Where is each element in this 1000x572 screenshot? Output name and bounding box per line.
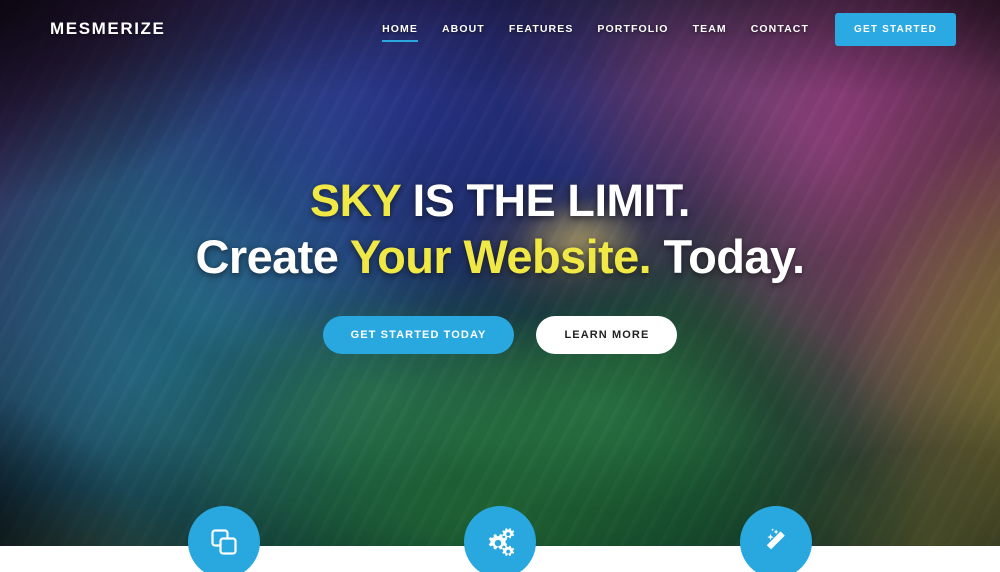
hero-headline-accent-2: Your Website. (349, 230, 652, 283)
hero-get-started-today-button[interactable]: GET STARTED TODAY (322, 316, 515, 354)
cogs-icon (483, 526, 517, 558)
header-get-started-button[interactable]: GET STARTED (834, 12, 956, 46)
magic-wand-icon (760, 526, 792, 558)
hero-action-buttons: GET STARTED TODAY LEARN MORE (0, 316, 1000, 354)
hero-headline-line-2: Create Your Website. Today. (0, 233, 1000, 280)
feature-circle-2[interactable] (464, 506, 536, 572)
landing-page: MESMERIZE HOME ABOUT FEATURES PORTFOLIO … (0, 0, 1000, 572)
hero-headline-post-2: Today. (651, 230, 806, 283)
nav-item-about[interactable]: ABOUT (430, 17, 497, 41)
copy-squares-icon (209, 527, 239, 557)
site-header: MESMERIZE HOME ABOUT FEATURES PORTFOLIO … (0, 0, 1000, 58)
nav-item-features[interactable]: FEATURES (497, 17, 586, 41)
hero-headline-pre-2: Create (195, 230, 350, 283)
nav-item-contact[interactable]: CONTACT (739, 17, 821, 41)
nav-item-home[interactable]: HOME (370, 17, 430, 42)
hero-headline-line-1: SKY IS THE LIMIT. (0, 178, 1000, 223)
nav-item-team[interactable]: TEAM (681, 17, 739, 41)
feature-circle-1[interactable] (188, 506, 260, 572)
main-navigation: HOME ABOUT FEATURES PORTFOLIO TEAM CONTA… (370, 12, 956, 46)
nav-item-portfolio[interactable]: PORTFOLIO (585, 17, 680, 41)
feature-circle-3[interactable] (740, 506, 812, 572)
hero-headline-accent-1: SKY (310, 175, 401, 226)
hero-learn-more-button[interactable]: LEARN MORE (536, 316, 678, 354)
brand-logo[interactable]: MESMERIZE (50, 19, 165, 39)
hero-headline-rest-1: IS THE LIMIT. (400, 175, 691, 226)
